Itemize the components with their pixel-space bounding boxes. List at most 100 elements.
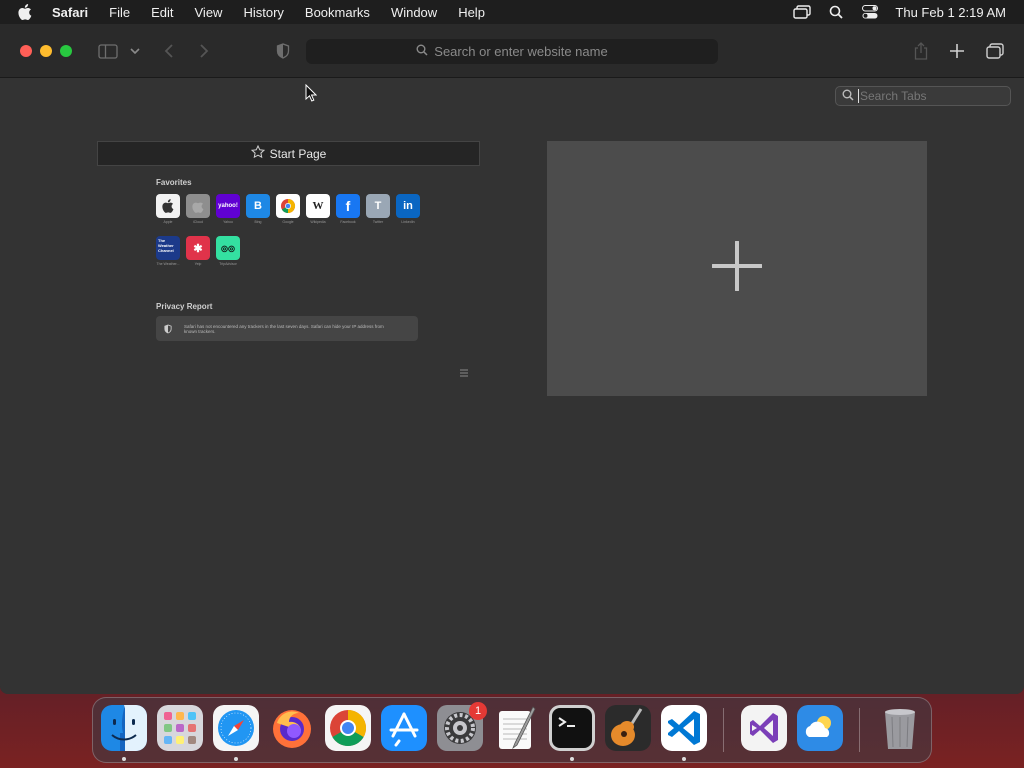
forward-arrow-icon[interactable]: [196, 40, 212, 62]
search-icon: [842, 89, 854, 104]
favorite-yahoo[interactable]: yahoo! Yahoo: [216, 194, 240, 224]
spotlight-search-icon[interactable]: [827, 3, 845, 21]
privacy-report-text: Safari has not encountered any trackers …: [184, 323, 384, 334]
favorite-icloud[interactable]: iCloud: [186, 194, 210, 224]
privacy-report-card[interactable]: Safari has not encountered any trackers …: [156, 316, 418, 341]
dock-launchpad[interactable]: [157, 705, 203, 751]
dock-visual-studio[interactable]: [741, 705, 787, 751]
menu-app-safari[interactable]: Safari: [52, 5, 88, 20]
dock-trash[interactable]: [877, 705, 923, 751]
apple-menu-icon[interactable]: [18, 4, 34, 20]
back-arrow-icon[interactable]: [161, 40, 177, 62]
tab-overview: Search Tabs Start Page Favorites Apple i…: [0, 78, 1024, 694]
dock-terminal[interactable]: [549, 705, 595, 751]
facebook-logo-icon: f: [336, 194, 360, 218]
textedit-icon: [499, 706, 536, 750]
google-chrome-logo-icon: [276, 194, 300, 218]
minimize-window-button[interactable]: [40, 45, 52, 57]
yahoo-logo-icon: yahoo!: [216, 194, 240, 218]
weather-channel-logo-icon: The Weather Channel: [156, 236, 180, 260]
sidebar-toggle-icon[interactable]: [97, 40, 119, 62]
dock-vscode[interactable]: [661, 705, 707, 751]
dock-app-store[interactable]: [381, 705, 427, 751]
address-bar[interactable]: Search or enter website name: [306, 39, 718, 64]
garageband-guitar-icon: [605, 705, 651, 751]
dock-separator: [723, 708, 724, 752]
privacy-shield-icon[interactable]: [275, 40, 291, 62]
control-center-icon[interactable]: [861, 3, 879, 21]
new-tab-plus-icon[interactable]: [948, 40, 966, 62]
menu-view[interactable]: View: [195, 5, 223, 20]
safari-toolbar: Search or enter website name: [0, 24, 1024, 78]
dock-textedit[interactable]: [493, 705, 539, 751]
close-window-button[interactable]: [20, 45, 32, 57]
terminal-icon: [549, 705, 595, 751]
favorite-weather-channel[interactable]: The Weather Channel The Weather...: [156, 236, 180, 266]
app-store-icon: [381, 705, 427, 751]
dock-garageband[interactable]: [605, 705, 651, 751]
favorite-wikipedia[interactable]: W Wikipedia: [306, 194, 330, 224]
zoom-window-button[interactable]: [60, 45, 72, 57]
notification-badge: 1: [469, 702, 487, 720]
menu-window[interactable]: Window: [391, 5, 437, 20]
chrome-icon: [325, 705, 371, 751]
star-icon: [250, 144, 265, 162]
firefox-icon: [273, 710, 311, 748]
menu-clock[interactable]: Thu Feb 1 2:19 AM: [895, 5, 1006, 20]
trash-icon: [885, 709, 915, 749]
yelp-logo-icon: ✱: [186, 236, 210, 260]
start-page-preview: Favorites Apple iCloud yahoo! Yahoo B Bi…: [97, 166, 480, 397]
dock-finder[interactable]: [101, 705, 147, 751]
favorite-google[interactable]: Google: [276, 194, 300, 224]
search-tabs-field[interactable]: Search Tabs: [835, 86, 1011, 106]
favorite-twitter[interactable]: T Twitter: [366, 194, 390, 224]
menu-file[interactable]: File: [109, 5, 130, 20]
twitter-letter-icon: T: [366, 194, 390, 218]
linkedin-logo-icon: in: [396, 194, 420, 218]
tab-thumbnail-new-tab[interactable]: [547, 141, 927, 396]
mouse-cursor-icon: [305, 83, 318, 107]
dock-system-settings[interactable]: 1: [437, 702, 487, 751]
address-placeholder: Search or enter website name: [434, 44, 608, 59]
dock-firefox[interactable]: [269, 705, 315, 751]
share-icon[interactable]: [912, 40, 930, 62]
search-tabs-placeholder: Search Tabs: [860, 89, 927, 103]
favorite-bing[interactable]: B Bing: [246, 194, 270, 224]
search-icon: [416, 44, 428, 59]
tab-title: Start Page: [269, 146, 327, 161]
dock: 1: [92, 697, 932, 763]
menu-edit[interactable]: Edit: [151, 5, 173, 20]
apple-logo-icon: [156, 194, 180, 218]
tab-thumbnail-start-page[interactable]: Start Page Favorites Apple iCloud yahoo!…: [97, 141, 480, 397]
dock-weather[interactable]: [797, 705, 843, 751]
dock-chrome[interactable]: [325, 705, 371, 751]
menu-bookmarks[interactable]: Bookmarks: [305, 5, 370, 20]
plus-icon: [711, 240, 763, 296]
dock-separator: [859, 708, 860, 752]
favorites-heading: Favorites: [156, 178, 192, 187]
screen-mirroring-icon[interactable]: [793, 3, 812, 21]
favorite-apple[interactable]: Apple: [156, 194, 180, 224]
tab-overview-icon[interactable]: [985, 40, 1005, 62]
chevron-down-icon[interactable]: [128, 40, 142, 62]
favorite-linkedin[interactable]: in LinkedIn: [396, 194, 420, 224]
menu-help[interactable]: Help: [458, 5, 485, 20]
tab-title-bar[interactable]: Start Page: [97, 141, 480, 166]
text-caret: [858, 89, 859, 103]
safari-compass-icon: [213, 705, 259, 751]
running-indicator: [682, 757, 686, 761]
visual-studio-icon: [741, 705, 787, 751]
dock-safari[interactable]: [213, 705, 259, 751]
favorite-facebook[interactable]: f Facebook: [336, 194, 360, 224]
favorite-yelp[interactable]: ✱ Yelp: [186, 236, 210, 266]
running-indicator: [122, 757, 126, 761]
weather-icon: [797, 705, 843, 751]
running-indicator: [570, 757, 574, 761]
running-indicator: [234, 757, 238, 761]
start-page-settings-icon[interactable]: [458, 366, 470, 384]
menu-history[interactable]: History: [243, 5, 283, 20]
vscode-icon: [661, 705, 707, 751]
launchpad-icon: [157, 705, 203, 751]
favorite-tripadvisor[interactable]: ◎◎ TripAdvisor: [216, 236, 240, 266]
tripadvisor-logo-icon: ◎◎: [216, 236, 240, 260]
